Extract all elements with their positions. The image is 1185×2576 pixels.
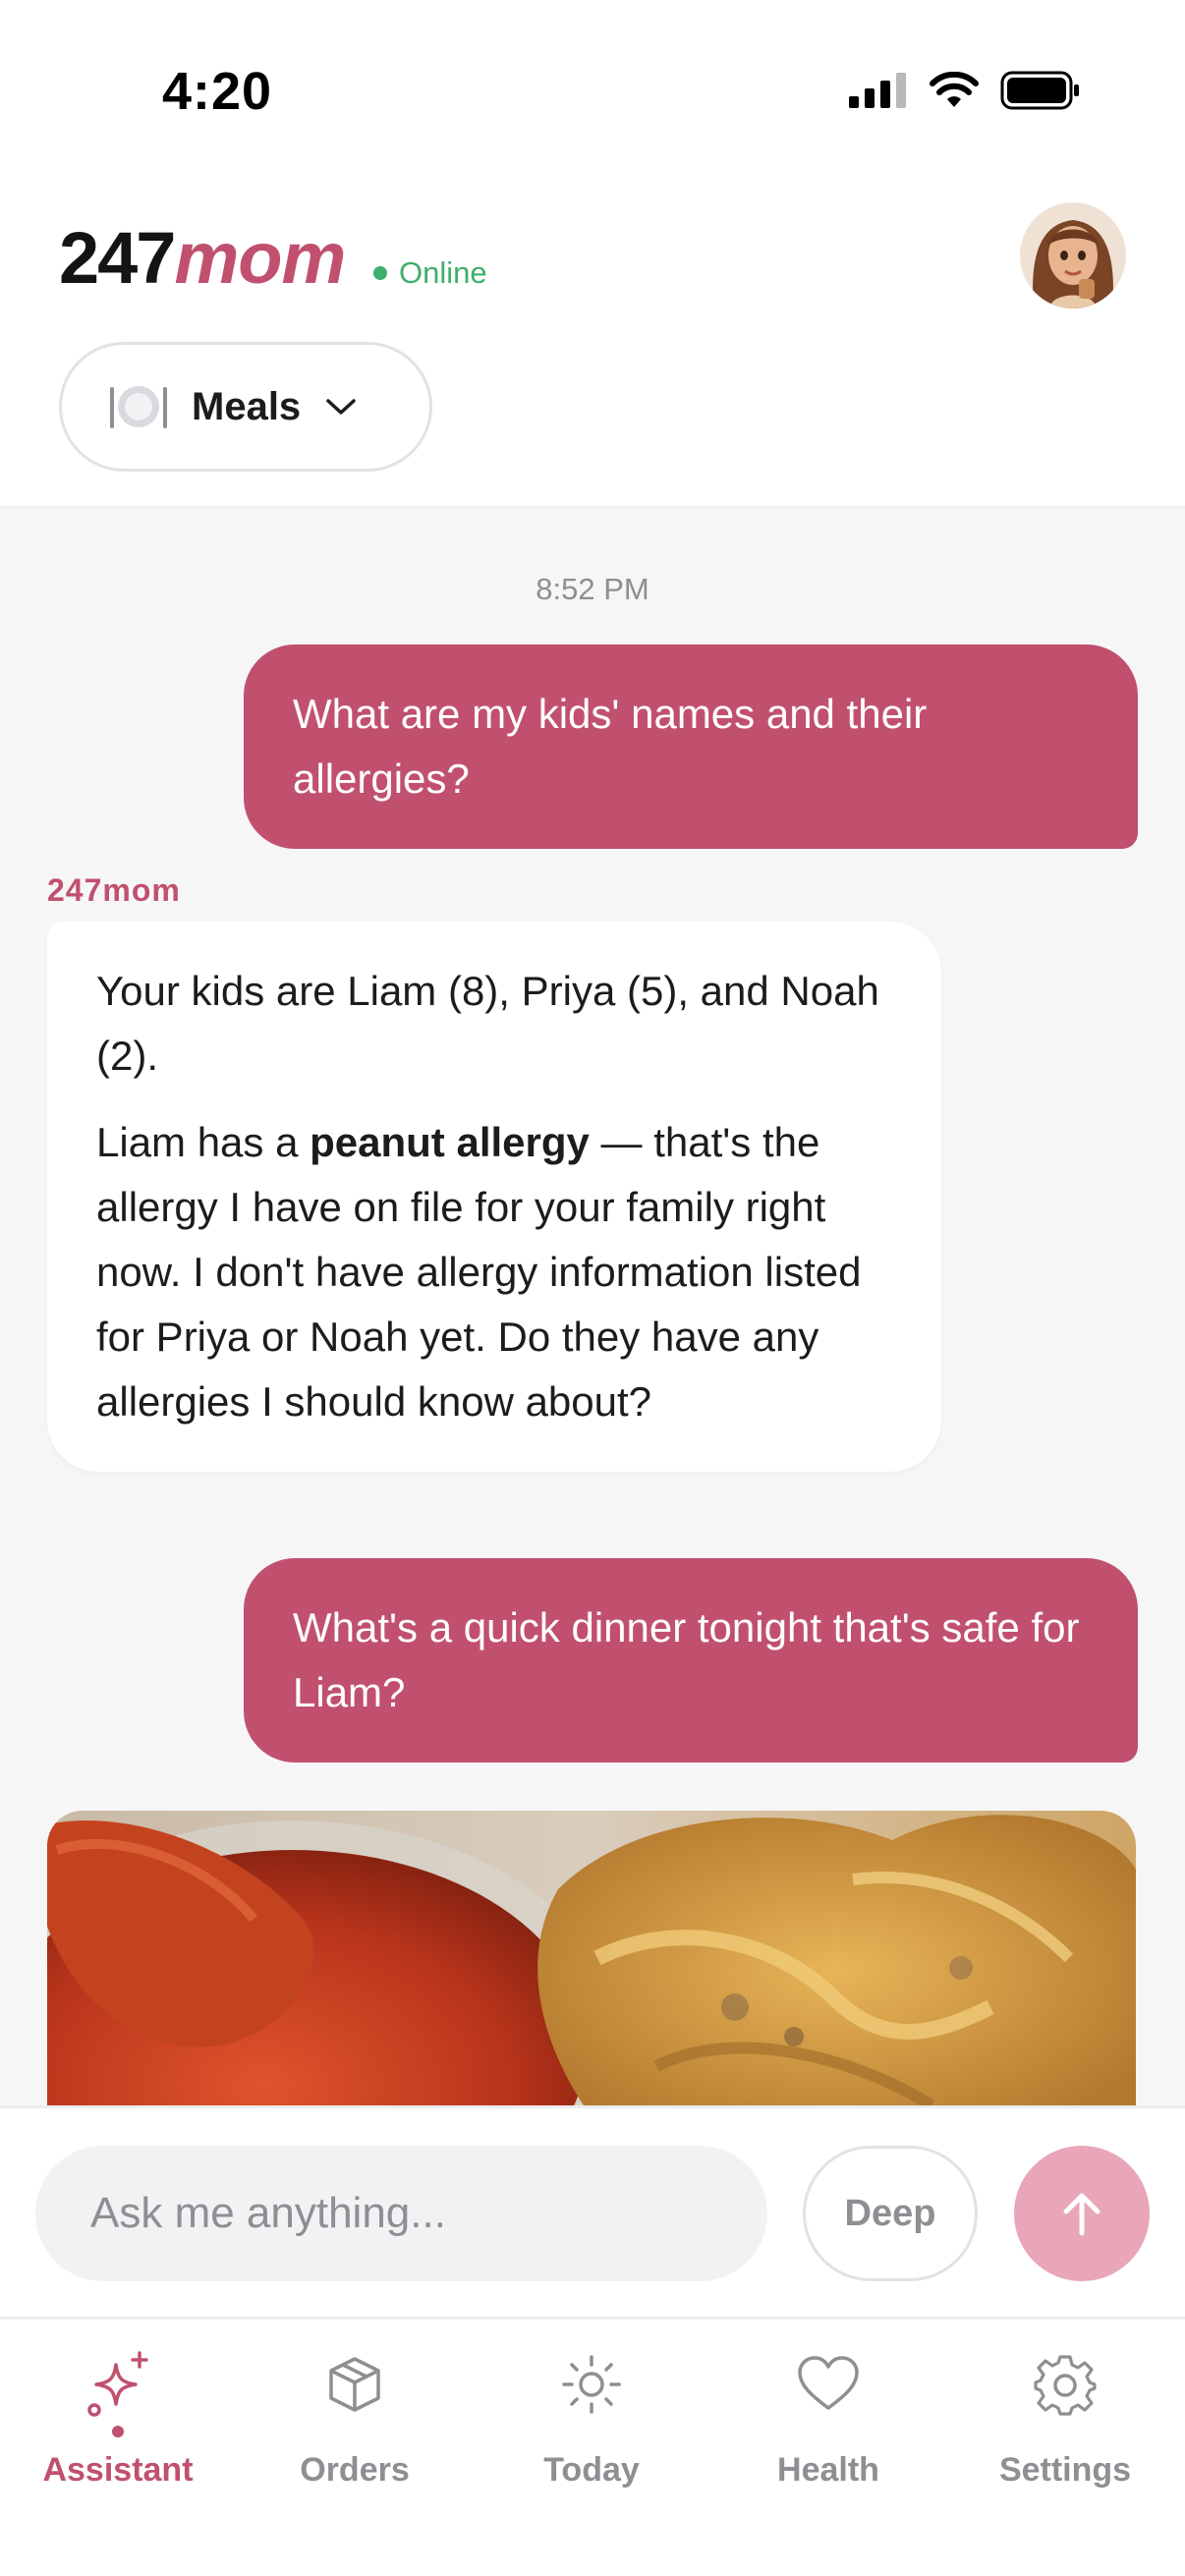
assistant-message: Your kids are Liam (8), Priya (5), and N… xyxy=(47,922,941,1472)
assistant-paragraph-1: Your kids are Liam (8), Priya (5), and N… xyxy=(96,968,879,1079)
cellular-signal-icon xyxy=(849,73,906,108)
bottom-tab-bar: Assistant Orders Today Health Settings xyxy=(0,2317,1185,2576)
category-selector[interactable]: Meals xyxy=(59,342,432,472)
tab-health[interactable]: Health xyxy=(710,2345,946,2542)
active-tab-indicator xyxy=(112,2426,124,2437)
message-timestamp: 8:52 PM xyxy=(536,572,649,606)
tab-assistant[interactable]: Assistant xyxy=(0,2345,236,2542)
tab-settings[interactable]: Settings xyxy=(947,2345,1183,2542)
assistant-paragraph-2: Liam has a peanut allergy — that's the a… xyxy=(96,1119,862,1425)
sparkle-icon xyxy=(87,2351,148,2417)
brand-word: mom xyxy=(174,217,346,299)
status-icons xyxy=(849,71,1081,110)
user-message: What's a quick dinner tonight that's saf… xyxy=(244,1558,1138,1763)
tab-label: Assistant xyxy=(42,2451,194,2489)
online-label: Online xyxy=(399,255,487,290)
tab-today[interactable]: Today xyxy=(474,2345,709,2542)
heart-icon xyxy=(798,2356,859,2410)
brand-number: 247 xyxy=(59,217,176,299)
wifi-icon xyxy=(930,72,979,107)
tab-label: Health xyxy=(777,2451,879,2489)
battery-icon xyxy=(1000,71,1079,110)
box-icon xyxy=(329,2357,380,2412)
status-time: 4:20 xyxy=(162,62,273,121)
online-dot-icon xyxy=(373,266,387,280)
assistant-sender-label: 247mom xyxy=(47,872,181,908)
food-photo[interactable] xyxy=(47,1811,1136,2105)
allergy-highlight: peanut allergy xyxy=(310,1119,590,1165)
online-status: Online xyxy=(373,255,487,291)
brand-logo: 247 mom xyxy=(59,216,346,300)
chat-thread[interactable]: 8:52 PM What are my kids' names and thei… xyxy=(0,509,1185,2105)
tab-label: Orders xyxy=(300,2451,410,2489)
arrow-up-icon xyxy=(1063,2193,1100,2236)
composer-bar: Deep xyxy=(0,2105,1185,2317)
deep-mode-button[interactable]: Deep xyxy=(803,2146,978,2281)
tab-orders[interactable]: Orders xyxy=(237,2345,473,2542)
ask-input[interactable] xyxy=(35,2146,767,2281)
status-bar: 4:20 xyxy=(0,0,1185,187)
app-header: 247 mom Online Meals xyxy=(0,187,1185,509)
tab-label: Today xyxy=(543,2451,640,2489)
user-message: What are my kids' names and their allerg… xyxy=(244,644,1138,849)
send-button[interactable] xyxy=(1014,2146,1150,2281)
plate-icon xyxy=(110,386,167,428)
sun-icon xyxy=(562,2355,621,2414)
tab-label: Settings xyxy=(998,2451,1132,2489)
avatar[interactable] xyxy=(1020,202,1126,308)
chevron-down-icon xyxy=(326,399,356,415)
category-label: Meals xyxy=(192,384,302,428)
gear-icon xyxy=(1034,2355,1097,2416)
